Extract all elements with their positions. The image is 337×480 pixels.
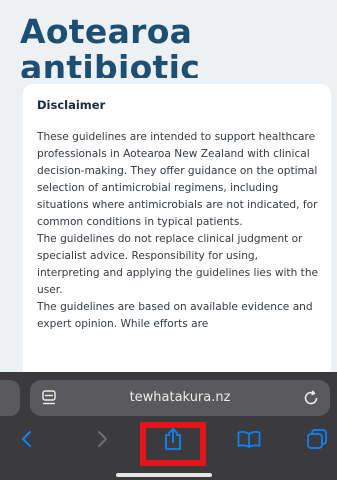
page-title-line-1: Aotearoa [20, 14, 193, 51]
browser-chrome: tewhatakura.nz [0, 372, 337, 480]
bookmarks-icon [237, 431, 261, 448]
back-button[interactable] [10, 424, 44, 454]
reload-icon[interactable] [302, 389, 320, 407]
share-highlight-box [140, 422, 206, 466]
back-icon [22, 431, 31, 447]
forward-button[interactable] [85, 424, 119, 454]
page-title-line-2: antibiotic [20, 48, 201, 79]
disclaimer-paragraph-2: The guidelines do not replace clinical j… [37, 233, 319, 296]
disclaimer-card: Disclaimer These guidelines are intended… [23, 84, 331, 384]
address-bar[interactable]: tewhatakura.nz [30, 380, 330, 416]
home-indicator [116, 473, 212, 477]
disclaimer-paragraph-1: These guidelines are intended to support… [37, 131, 318, 228]
disclaimer-paragraph-3: The guidelines are based on available ev… [37, 301, 313, 330]
url-text[interactable]: tewhatakura.nz [30, 380, 330, 416]
tabs-icon [307, 429, 327, 449]
tabs-button[interactable] [300, 424, 334, 454]
disclaimer-heading: Disclaimer [37, 98, 106, 112]
disclaimer-text: These guidelines are intended to support… [37, 129, 319, 333]
page-title: Aotearoa antibiotic [20, 14, 320, 78]
bookmarks-button[interactable] [232, 424, 266, 454]
previous-tab-peek[interactable] [0, 380, 20, 416]
forward-icon [98, 431, 107, 447]
